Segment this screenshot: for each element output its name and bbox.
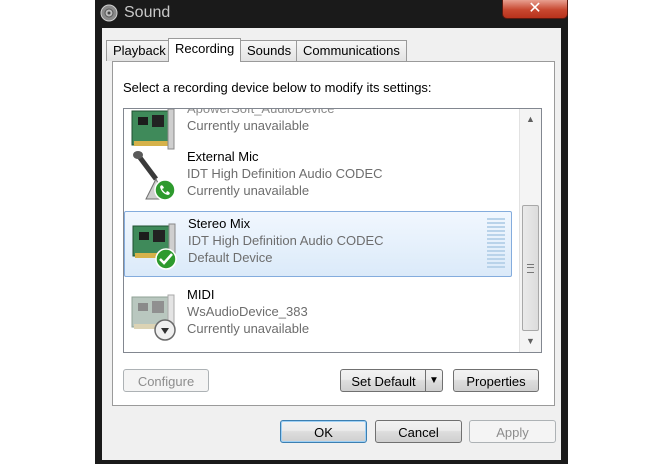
dialog-body: Playback Recording Sounds Communications… [102,28,561,460]
configure-button[interactable]: Configure [123,369,209,392]
sound-dialog-window: Sound ✕ Playback Recording Sounds Commun… [95,0,568,464]
properties-button[interactable]: Properties [453,369,539,392]
list-item-external-mic[interactable]: External Mic IDT High Definition Audio C… [124,145,512,209]
device-name: Stereo Mix [188,216,251,231]
device-name: ApowerSoft_AudioDevice [187,108,335,116]
checkmark-badge-icon [155,248,177,270]
close-button[interactable]: ✕ [502,0,568,19]
device-status: Currently unavailable [187,183,310,198]
chevron-down-icon[interactable]: ▼ [425,370,442,391]
tab-communications[interactable]: Communications [296,40,407,61]
list-item-stereo-mix[interactable]: Stereo Mix IDT High Definition Audio COD… [124,211,512,277]
device-name: External Mic [187,149,259,164]
cancel-button[interactable]: Cancel [375,420,462,443]
down-arrow-badge-icon [154,319,176,341]
title-bar[interactable]: Sound ✕ [95,0,568,28]
level-meter [487,218,505,268]
scroll-down-arrow-icon[interactable]: ▼ [520,333,541,350]
ok-button[interactable]: OK [280,420,367,443]
scroll-up-arrow-icon[interactable]: ▲ [520,111,541,128]
grip-icon [527,264,534,273]
apply-button[interactable]: Apply [469,420,556,443]
device-list-scrollbar[interactable]: ▲ ▼ [519,109,541,352]
phone-badge-icon [154,179,176,201]
set-default-button[interactable]: Set Default ▼ [340,369,443,392]
device-name: MIDI [187,287,215,302]
window-title: Sound [124,4,171,21]
device-driver: WsAudioDevice_383 [187,304,308,319]
device-status: Currently unavailable [187,321,310,336]
device-status: Currently unavailable [187,118,310,133]
device-driver: IDT High Definition Audio CODEC [188,233,384,248]
tab-playback[interactable]: Playback [106,40,173,61]
tab-sounds[interactable]: Sounds [240,40,299,61]
instruction-text: Select a recording device below to modif… [123,80,432,95]
list-item-midi[interactable]: MIDI WsAudioDevice_383 Currently unavail… [124,283,512,347]
set-default-label: Set Default [351,374,416,389]
device-status: Default Device [188,250,273,265]
device-driver: IDT High Definition Audio CODEC [187,166,383,181]
scrollbar-thumb[interactable] [522,205,539,331]
speaker-icon [100,4,118,22]
recording-device-list[interactable]: ApowerSoft_AudioDevice Currently unavail… [123,108,542,353]
tab-recording[interactable]: Recording [168,38,242,62]
recording-tab-panel: Select a recording device below to modif… [112,61,555,406]
